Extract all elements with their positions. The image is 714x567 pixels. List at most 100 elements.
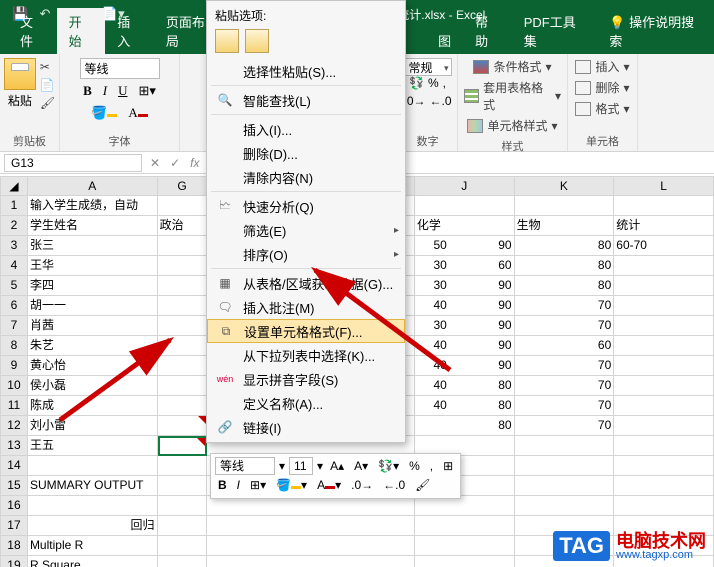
format-as-table-button[interactable]: 套用表格格式 ▾ <box>464 79 561 113</box>
paste-option-values-icon[interactable] <box>245 29 269 53</box>
cell-gap-18[interactable] <box>207 536 414 556</box>
cell-A1[interactable]: 输入学生成绩，自动 <box>28 196 158 216</box>
cell-L16[interactable] <box>614 496 714 516</box>
cell-G4[interactable] <box>158 256 208 276</box>
cell-K2[interactable]: 生物 <box>515 216 615 236</box>
cell-gap-19[interactable] <box>207 556 414 567</box>
row-header-17[interactable]: 17 <box>0 516 28 536</box>
cell-J5[interactable]: 3090 <box>415 276 515 296</box>
row-header-14[interactable]: 14 <box>0 456 28 476</box>
row-header-9[interactable]: 9 <box>0 356 28 376</box>
cell-G5[interactable] <box>158 276 208 296</box>
comma-icon[interactable]: , <box>443 76 446 90</box>
row-header-4[interactable]: 4 <box>0 256 28 276</box>
cell-K8[interactable]: 60 <box>515 336 615 356</box>
bold-button[interactable]: B <box>79 81 96 101</box>
cell-G7[interactable] <box>158 316 208 336</box>
cell-G3[interactable] <box>158 236 208 256</box>
ctx-link[interactable]: 🔗链接(I) <box>207 415 405 439</box>
mini-decimals-1-icon[interactable]: .0→ <box>348 477 376 493</box>
cell-J2[interactable]: 化学 <box>415 216 515 236</box>
tab-file[interactable]: 文件 <box>8 8 57 54</box>
col-header-G[interactable]: G <box>158 176 208 196</box>
cell-A11[interactable]: 陈成 <box>28 396 158 416</box>
border-button[interactable]: ⊞▾ <box>134 81 159 101</box>
fill-color-button[interactable]: 🪣 <box>87 103 121 123</box>
format-cells-button[interactable]: 格式 ▾ <box>575 100 629 117</box>
col-header-L[interactable]: L <box>614 176 714 196</box>
ctx-from-table[interactable]: ▦从表格/区域获取数据(G)... <box>207 271 405 295</box>
cell-G10[interactable] <box>158 376 208 396</box>
mini-italic-button[interactable]: I <box>234 477 243 493</box>
name-box[interactable] <box>4 154 142 172</box>
cell-G9[interactable] <box>158 356 208 376</box>
cell-K9[interactable]: 70 <box>515 356 615 376</box>
mini-decimals-2-icon[interactable]: ←.0 <box>380 477 408 493</box>
row-header-7[interactable]: 7 <box>0 316 28 336</box>
increase-decimal-icon[interactable]: .0→ <box>403 94 425 108</box>
row-header-19[interactable]: 19 <box>0 556 28 567</box>
cell-A12[interactable]: 刘小雷 <box>28 416 158 436</box>
row-header-10[interactable]: 10 <box>0 376 28 396</box>
cell-L3[interactable]: 60-70 <box>614 236 714 256</box>
cell-L10[interactable] <box>614 376 714 396</box>
cell-G6[interactable] <box>158 296 208 316</box>
cell-J9[interactable]: 4090 <box>415 356 515 376</box>
cell-G8[interactable] <box>158 336 208 356</box>
tab-tell[interactable]: 💡 操作说明搜索 <box>597 8 714 54</box>
mini-increase-font-icon[interactable]: A▴ <box>327 458 347 474</box>
cell-A9[interactable]: 黄心怡 <box>28 356 158 376</box>
decrease-decimal-icon[interactable]: ←.0 <box>430 94 452 108</box>
cell-J10[interactable]: 4080 <box>415 376 515 396</box>
format-painter-icon[interactable]: 🖌 <box>40 96 55 110</box>
cell-A4[interactable]: 王华 <box>28 256 158 276</box>
mini-percent-icon[interactable]: % <box>406 458 423 474</box>
row-header-1[interactable]: 1 <box>0 196 28 216</box>
cell-A17[interactable]: 回归 <box>28 516 158 536</box>
tab-pdf[interactable]: PDF工具集 <box>512 8 598 54</box>
mini-format-painter-icon[interactable]: 🖌 <box>412 477 433 493</box>
cell-J7[interactable]: 3090 <box>415 316 515 336</box>
cell-L5[interactable] <box>614 276 714 296</box>
cell-K7[interactable]: 70 <box>515 316 615 336</box>
cell-K1[interactable] <box>515 196 615 216</box>
cell-L12[interactable] <box>614 416 714 436</box>
cell-G18[interactable] <box>158 536 208 556</box>
font-color-button[interactable]: A <box>124 103 151 123</box>
cell-A7[interactable]: 肖茜 <box>28 316 158 336</box>
mini-fill-color-button[interactable]: 🪣▾ <box>273 477 310 493</box>
cell-K10[interactable]: 70 <box>515 376 615 396</box>
mini-comma-icon[interactable]: , <box>427 458 436 474</box>
mini-currency-icon[interactable]: 💱▾ <box>375 458 402 474</box>
col-header-K[interactable]: K <box>515 176 615 196</box>
cell-A8[interactable]: 朱艺 <box>28 336 158 356</box>
ctx-dropdown-select[interactable]: 从下拉列表中选择(K)... <box>207 343 405 367</box>
cell-L6[interactable] <box>614 296 714 316</box>
cell-K5[interactable]: 80 <box>515 276 615 296</box>
number-format-box[interactable]: 常规 <box>404 58 452 76</box>
cell-L7[interactable] <box>614 316 714 336</box>
font-name-box[interactable]: 等线 <box>80 58 160 79</box>
cell-A18[interactable]: Multiple R <box>28 536 158 556</box>
cell-L11[interactable] <box>614 396 714 416</box>
cell-gap-16[interactable] <box>207 496 414 516</box>
italic-button[interactable]: I <box>99 81 111 101</box>
cell-A15[interactable]: SUMMARY OUTPUT <box>28 476 158 496</box>
cell-L15[interactable] <box>614 476 714 496</box>
cell-J3[interactable]: 5090 <box>415 236 515 256</box>
ctx-delete[interactable]: 删除(D)... <box>207 141 405 165</box>
select-all-corner[interactable]: ◢ <box>0 176 28 196</box>
tab-extra1[interactable]: 图 <box>426 27 463 54</box>
col-header-A[interactable]: A <box>28 176 158 196</box>
row-header-5[interactable]: 5 <box>0 276 28 296</box>
mini-font-color-button[interactable]: A▾ <box>314 477 344 493</box>
cell-K13[interactable] <box>515 436 615 456</box>
row-header-16[interactable]: 16 <box>0 496 28 516</box>
mini-font-size[interactable]: 11 <box>289 457 313 475</box>
cell-K11[interactable]: 70 <box>515 396 615 416</box>
tab-home[interactable]: 开始 <box>57 8 106 54</box>
row-header-6[interactable]: 6 <box>0 296 28 316</box>
cell-G16[interactable] <box>158 496 208 516</box>
ctx-smart-lookup[interactable]: 🔍智能查找(L) <box>207 88 405 112</box>
cell-L8[interactable] <box>614 336 714 356</box>
